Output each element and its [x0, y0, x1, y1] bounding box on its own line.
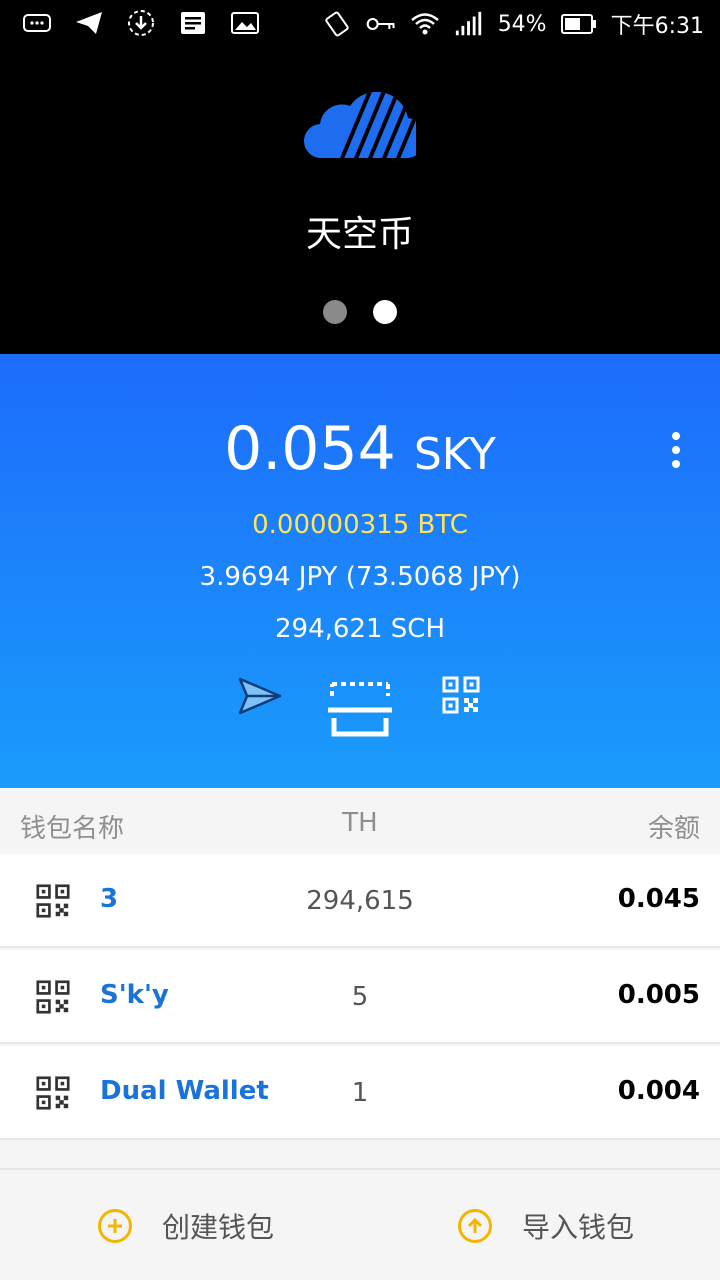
battery-icon	[560, 9, 597, 39]
scan-button[interactable]	[326, 676, 394, 738]
message-icon	[22, 8, 52, 38]
qr-code-icon[interactable]	[36, 884, 70, 918]
clock: 下午6:31	[610, 14, 704, 39]
create-wallet-label: 创建钱包	[162, 1211, 275, 1244]
header: 54% 下午6:31 天空币	[0, 0, 720, 354]
qr-code-icon	[442, 676, 480, 714]
column-wallet-name: 钱包名称	[20, 814, 125, 844]
balance-total: 0.054 SKY	[0, 414, 720, 484]
send-button[interactable]	[236, 672, 284, 720]
wallet-table-header: 钱包名称 TH 余额	[0, 788, 720, 854]
scan-icon	[328, 682, 392, 737]
battery-percent: 54%	[497, 11, 547, 37]
arrow-up-circle-icon	[458, 1209, 492, 1243]
image-icon	[230, 8, 260, 38]
balance-sch: 294,621 SCH	[275, 614, 445, 644]
page-indicator[interactable]	[0, 300, 720, 324]
wallet-row[interactable]: Dual Wallet 1 0.004	[0, 1046, 720, 1140]
wallet-name[interactable]: Dual Wallet	[100, 1076, 269, 1106]
balance-panel: 0.054 SKY 0.00000315 BTC 3.9694 JPY (73.5…	[0, 354, 720, 788]
balance-btc: 0.00000315 BTC	[252, 510, 468, 540]
page-dot-2[interactable]	[373, 300, 397, 324]
more-menu-icon[interactable]	[666, 432, 686, 468]
wallet-row[interactable]: S'k'y 5 0.005	[0, 950, 720, 1044]
qr-code-icon[interactable]	[36, 1076, 70, 1110]
column-th: TH	[342, 808, 378, 838]
wallet-th: 1	[351, 1078, 369, 1108]
wallet-balance: 0.045	[617, 884, 700, 914]
download-icon	[126, 8, 156, 38]
create-wallet-button[interactable]: 创建钱包	[98, 1206, 274, 1246]
wifi-icon	[410, 9, 440, 39]
status-bar: 54% 下午6:31	[0, 0, 720, 50]
wallet-th: 294,615	[306, 886, 414, 916]
wallet-name[interactable]: S'k'y	[100, 980, 169, 1010]
app-title: 天空币	[305, 214, 414, 255]
send-icon	[238, 677, 282, 715]
qr-code-icon[interactable]	[36, 980, 70, 1014]
news-icon	[178, 8, 208, 38]
plus-circle-icon	[98, 1209, 132, 1243]
key-icon	[366, 9, 396, 39]
wallet-balance: 0.005	[617, 980, 700, 1010]
bottom-action-bar: 创建钱包 导入钱包	[0, 1168, 720, 1280]
import-wallet-label: 导入钱包	[522, 1211, 635, 1244]
balance-amount: 0.054	[224, 414, 396, 484]
telegram-icon	[74, 8, 104, 38]
wallet-row[interactable]: 3 294,615 0.045	[0, 854, 720, 948]
import-wallet-button[interactable]: 导入钱包	[458, 1206, 634, 1246]
balance-unit: SKY	[413, 429, 496, 480]
vibrate-icon	[322, 9, 352, 39]
wallet-name[interactable]: 3	[100, 884, 118, 914]
wallet-th: 5	[351, 982, 369, 1012]
column-balance: 余额	[647, 814, 700, 844]
balance-jpy: 3.9694 JPY (73.5068 JPY)	[199, 562, 521, 592]
sky-cloud-logo-icon	[303, 72, 427, 162]
page-dot-1[interactable]	[323, 300, 347, 324]
receive-qr-button[interactable]	[440, 674, 482, 716]
wallet-balance: 0.004	[617, 1076, 700, 1106]
signal-icon	[454, 9, 484, 39]
